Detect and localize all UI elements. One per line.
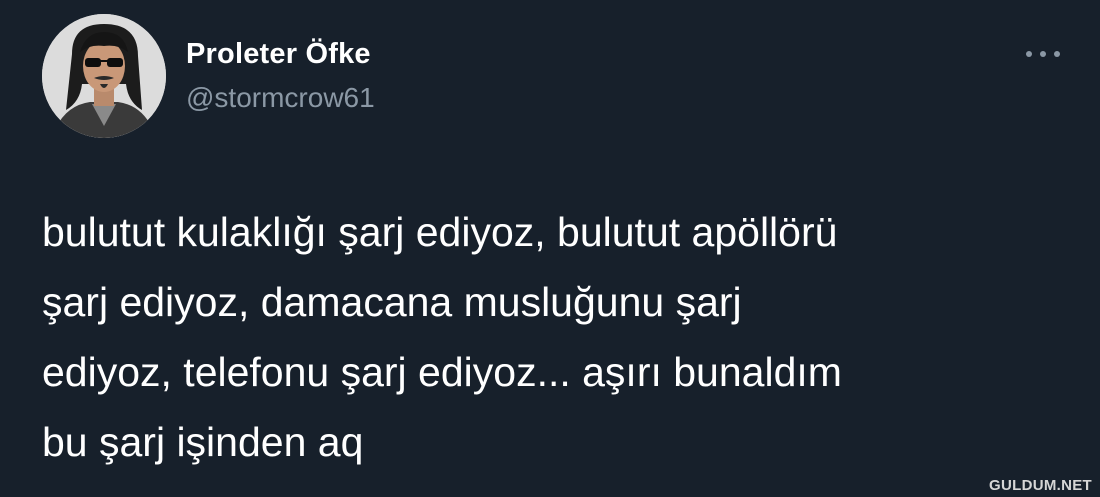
tweet-card: Proleter Öfke @stormcrow61 bulutut kulak… — [0, 0, 1100, 497]
watermark-text: GULDUM.NET — [989, 477, 1092, 494]
author-display-name[interactable]: Proleter Öfke — [186, 38, 371, 71]
tweet-text: bulutut kulaklığı şarj ediyoz, bulutut a… — [42, 209, 842, 465]
user-avatar-photo-icon — [42, 14, 166, 138]
more-horizontal-icon — [1026, 51, 1060, 57]
more-options-button[interactable] — [1020, 40, 1066, 68]
author-handle[interactable]: @stormcrow61 — [186, 82, 375, 114]
avatar[interactable] — [42, 14, 166, 138]
